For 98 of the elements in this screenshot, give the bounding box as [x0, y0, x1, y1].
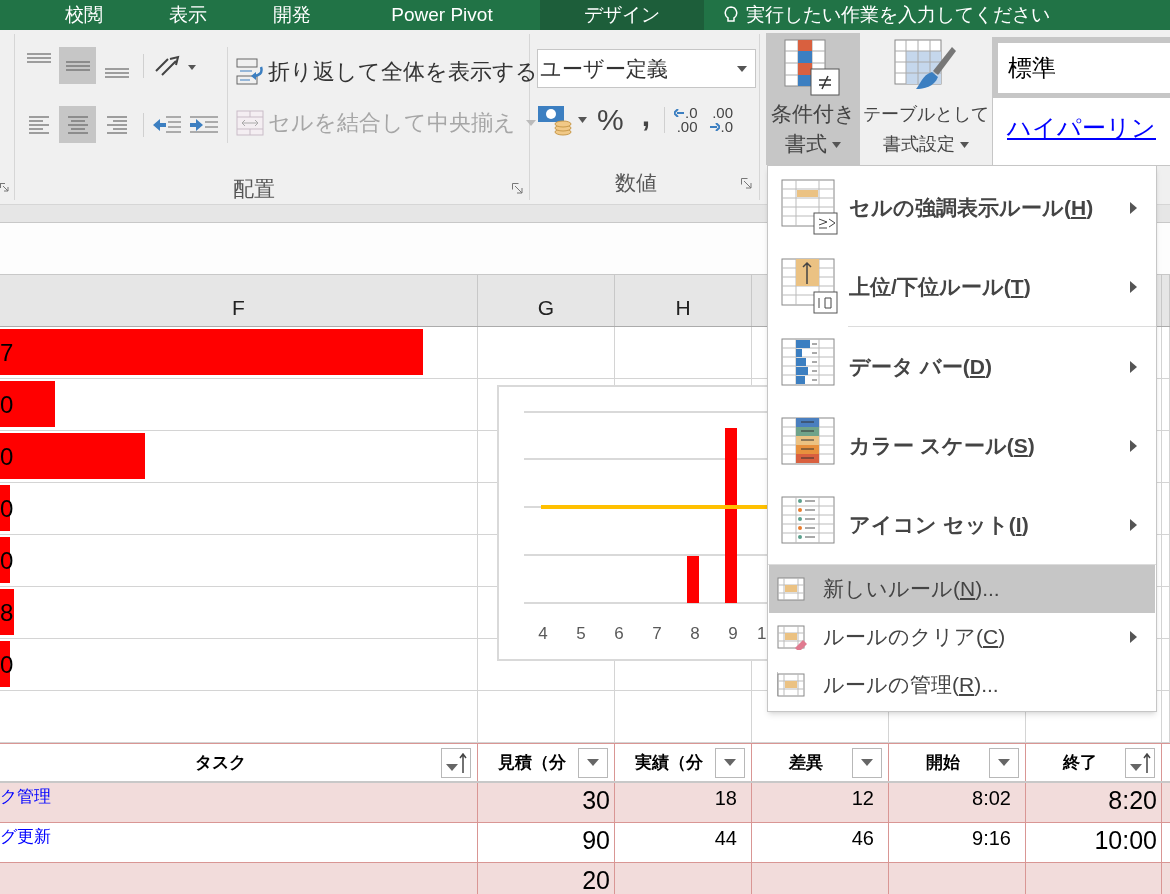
- comma-button[interactable]: ,: [633, 101, 659, 131]
- align-middle-icon: [65, 60, 90, 71]
- filter-button[interactable]: [578, 747, 608, 778]
- align-left-icon: [26, 113, 51, 136]
- tell-me-field[interactable]: 実行したい作業を入力してください: [704, 0, 1050, 30]
- new-rule-icon: [777, 576, 807, 602]
- increase-decimal-button[interactable]: .0 .00: [671, 106, 701, 134]
- group-label: 数値: [615, 170, 657, 197]
- percent-button[interactable]: %: [593, 105, 628, 135]
- ribbon-tab[interactable]: デザイン: [540, 0, 704, 30]
- column-header[interactable]: F: [232, 291, 245, 323]
- caret-icon: [861, 759, 873, 766]
- cell-value: 0: [0, 444, 14, 469]
- filter-button[interactable]: [1125, 747, 1155, 778]
- axis-label: 4: [538, 624, 548, 643]
- currency-button[interactable]: [537, 104, 587, 136]
- caret-icon: [445, 764, 458, 771]
- dialog-launcher-icon[interactable]: [512, 183, 523, 195]
- chart-bar[interactable]: [725, 428, 737, 603]
- align-button[interactable]: [59, 47, 96, 84]
- arrow-right-icon: [709, 123, 720, 131]
- align-center-icon: [65, 113, 90, 136]
- lightbulb-icon: [724, 6, 738, 24]
- menu-item[interactable]: 新しいルール(N)...: [769, 565, 1155, 613]
- cell-value: 7: [0, 340, 14, 365]
- arrow-left-icon: [674, 109, 685, 117]
- header-label: 実績（分: [634, 751, 704, 774]
- table-cell: 8:20: [1108, 788, 1157, 813]
- table-cell: 9:16: [972, 828, 1011, 848]
- table-cell: 12: [851, 788, 874, 808]
- align-top-icon: [26, 53, 51, 63]
- increase-indent-icon[interactable]: [189, 113, 219, 136]
- header-label: 差異: [788, 751, 824, 774]
- caret-icon: [998, 759, 1010, 766]
- caret-icon: [526, 119, 536, 126]
- clear-rule-icon: [777, 624, 807, 650]
- manage-rule-icon: [777, 672, 807, 698]
- axis-label: 5: [576, 624, 586, 643]
- dialog-launcher-icon[interactable]: [741, 177, 752, 189]
- cell-style-hyperlink[interactable]: ハイパーリン: [1007, 110, 1156, 146]
- table-cell: ク管理: [0, 788, 51, 805]
- filter-button[interactable]: [989, 747, 1019, 778]
- table-cell: 10:00: [1094, 828, 1157, 853]
- axis-label: 6: [614, 624, 624, 643]
- wrap-text-button[interactable]: 折り返して全体を表示する: [236, 55, 538, 88]
- ribbon-tab[interactable]: 校閲: [32, 0, 136, 30]
- header-label: 終了: [1061, 751, 1098, 774]
- number-format-dropdown[interactable]: ユーザー定義: [537, 49, 756, 88]
- decrease-indent-icon[interactable]: [152, 113, 182, 136]
- header-label: 開始: [925, 751, 961, 774]
- dialog-launcher-icon[interactable]: [0, 183, 9, 192]
- column-header[interactable]: H: [675, 291, 691, 323]
- ribbon-tab[interactable]: Power Pivot: [344, 0, 540, 30]
- highlight-rule-icon: [781, 178, 839, 237]
- filter-button[interactable]: [441, 747, 471, 778]
- filter-button[interactable]: [715, 747, 745, 778]
- caret-icon: [737, 65, 747, 72]
- menu-item[interactable]: セルの強調表示ルール(H): [769, 168, 1155, 247]
- merge-cells-icon: [236, 108, 264, 137]
- conditional-formatting-icon: [784, 39, 842, 99]
- header-label: タスク: [194, 751, 247, 774]
- menu-item[interactable]: ルールの管理(R)...: [769, 661, 1155, 709]
- table-cell: 90: [582, 828, 610, 853]
- topbottom-rule-icon: [781, 257, 839, 316]
- cell-value: 8: [0, 600, 14, 625]
- filter-button[interactable]: [852, 747, 882, 778]
- align-right-icon: [104, 113, 129, 136]
- cell-value: 0: [0, 392, 14, 417]
- caret-icon: [587, 759, 599, 766]
- axis-label: 1: [757, 624, 767, 643]
- axis-label: 7: [652, 624, 662, 643]
- table-cell: 8:02: [972, 788, 1011, 808]
- axis-label: 8: [690, 624, 700, 643]
- caret-icon: [832, 142, 841, 149]
- table-cell: 44: [714, 828, 737, 848]
- menu-item[interactable]: 上位/下位ルール(T): [769, 247, 1155, 326]
- table-cell: 18: [714, 788, 737, 808]
- decrease-decimal-button[interactable]: .00 .0: [706, 106, 737, 134]
- align-bottom-icon: [104, 68, 129, 78]
- conditional-formatting-button[interactable]: 条件付き 書式: [766, 33, 860, 165]
- table-cell: グ更新: [0, 828, 51, 845]
- ribbon-tab[interactable]: 開発: [240, 0, 344, 30]
- caret-icon: [724, 759, 736, 766]
- group-label: 配置: [233, 176, 275, 202]
- cell-style-normal[interactable]: 標準: [993, 38, 1170, 98]
- header-label: 見積（分: [497, 751, 567, 774]
- wrap-text-icon: [236, 57, 264, 86]
- ribbon-tab[interactable]: 表示: [136, 0, 240, 30]
- axis-label: 9: [728, 624, 738, 643]
- table-cell: 20: [582, 868, 610, 893]
- caret-icon: [1129, 764, 1142, 771]
- column-header[interactable]: G: [537, 291, 555, 323]
- align-button[interactable]: [59, 106, 96, 143]
- caret-icon: [578, 117, 587, 123]
- table-cell: 30: [582, 788, 610, 813]
- caret-icon: [960, 142, 969, 149]
- format-as-table-button[interactable]: テーブルとして 書式設定: [862, 33, 990, 165]
- table-cell: 46: [851, 828, 874, 848]
